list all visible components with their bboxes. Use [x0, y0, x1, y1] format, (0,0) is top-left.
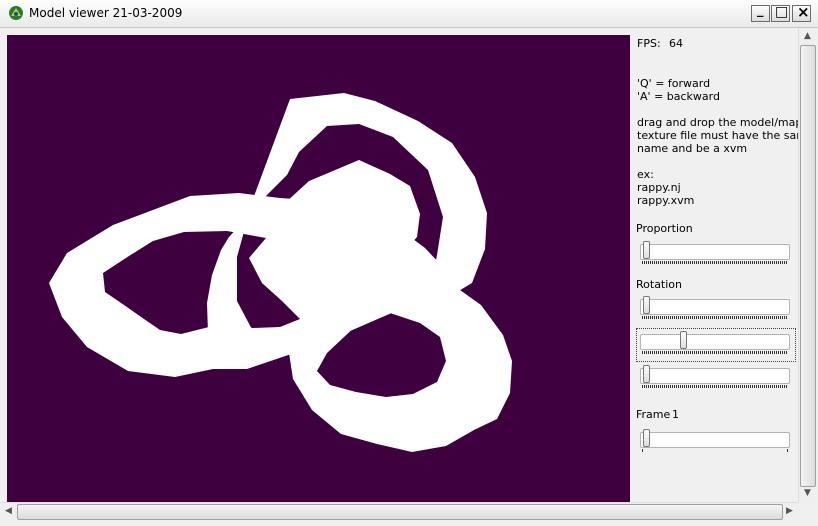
minimize-button[interactable]: _ [751, 3, 770, 22]
scroll-right-arrow-icon[interactable]: ▶ [781, 503, 798, 520]
frame-value: 1 [672, 408, 679, 421]
proportion-label: Proportion [636, 222, 693, 235]
slider-thumb[interactable] [642, 241, 650, 259]
help-forward: 'Q' = forward [637, 77, 711, 90]
drop-instruction-line3: name and be a xvm [637, 142, 748, 155]
slider-thumb[interactable] [642, 296, 650, 314]
slider-thumb[interactable] [642, 429, 650, 447]
slider-track[interactable] [640, 334, 790, 350]
model-viewer-app-icon [9, 6, 23, 20]
fps-label: FPS: [637, 37, 661, 50]
model-viewport[interactable] [7, 35, 630, 502]
title-bar[interactable]: Model viewer 21-03-2009 _ □ × [0, 0, 818, 28]
maximize-button[interactable]: □ [771, 4, 790, 22]
example-file-model: rappy.nj [637, 181, 681, 194]
model-viewer-window: Model viewer 21-03-2009 _ □ × FPS: 64 'Q… [0, 0, 818, 526]
close-button[interactable]: × [792, 3, 811, 22]
minimize-icon: _ [757, 3, 764, 18]
control-panel: FPS: 64 'Q' = forward 'A' = backward dra… [630, 28, 814, 502]
close-icon: × [797, 3, 810, 21]
rotation-z-slider[interactable] [640, 365, 790, 388]
horizontal-scrollbar[interactable]: ◀ ▶ [0, 502, 798, 520]
frame-slider[interactable] [640, 429, 790, 452]
rotation-label: Rotation [636, 278, 683, 291]
example-file-texture: rappy.xvm [637, 194, 695, 207]
slider-ticks [642, 385, 788, 388]
frame-label: Frame [636, 408, 671, 421]
drop-instruction-line2: texture file must have the same [637, 129, 814, 142]
example-label: ex: [637, 168, 654, 181]
scroll-left-arrow-icon[interactable]: ◀ [0, 503, 17, 520]
slider-ticks [642, 261, 788, 264]
slider-track[interactable] [640, 299, 790, 315]
scroll-up-arrow-icon[interactable]: ▲ [799, 28, 816, 45]
vertical-scrollbar[interactable]: ▲ ▼ [798, 28, 816, 502]
scroll-down-arrow-icon[interactable]: ▼ [799, 485, 816, 502]
slider-thumb[interactable] [642, 365, 650, 383]
slider-ticks [642, 316, 788, 319]
slider-ticks [642, 351, 788, 354]
slider-track[interactable] [640, 432, 790, 448]
rotation-y-slider[interactable] [640, 331, 790, 354]
window-title: Model viewer 21-03-2009 [29, 6, 183, 20]
horizontal-scroll-thumb[interactable] [17, 504, 783, 520]
slider-track[interactable] [640, 244, 790, 260]
help-backward: 'A' = backward [637, 90, 720, 103]
slider-thumb[interactable] [679, 331, 687, 349]
vertical-scroll-thumb[interactable] [800, 45, 816, 487]
scrollbar-corner [798, 502, 816, 520]
drop-instruction-line1: drag and drop the model/map, [637, 116, 806, 129]
slider-ticks [642, 449, 788, 452]
model-render [7, 35, 630, 502]
rotation-x-slider[interactable] [640, 296, 790, 319]
slider-track[interactable] [640, 368, 790, 384]
fps-value: 64 [669, 37, 683, 50]
proportion-slider[interactable] [640, 241, 790, 264]
maximize-icon: □ [775, 4, 789, 20]
